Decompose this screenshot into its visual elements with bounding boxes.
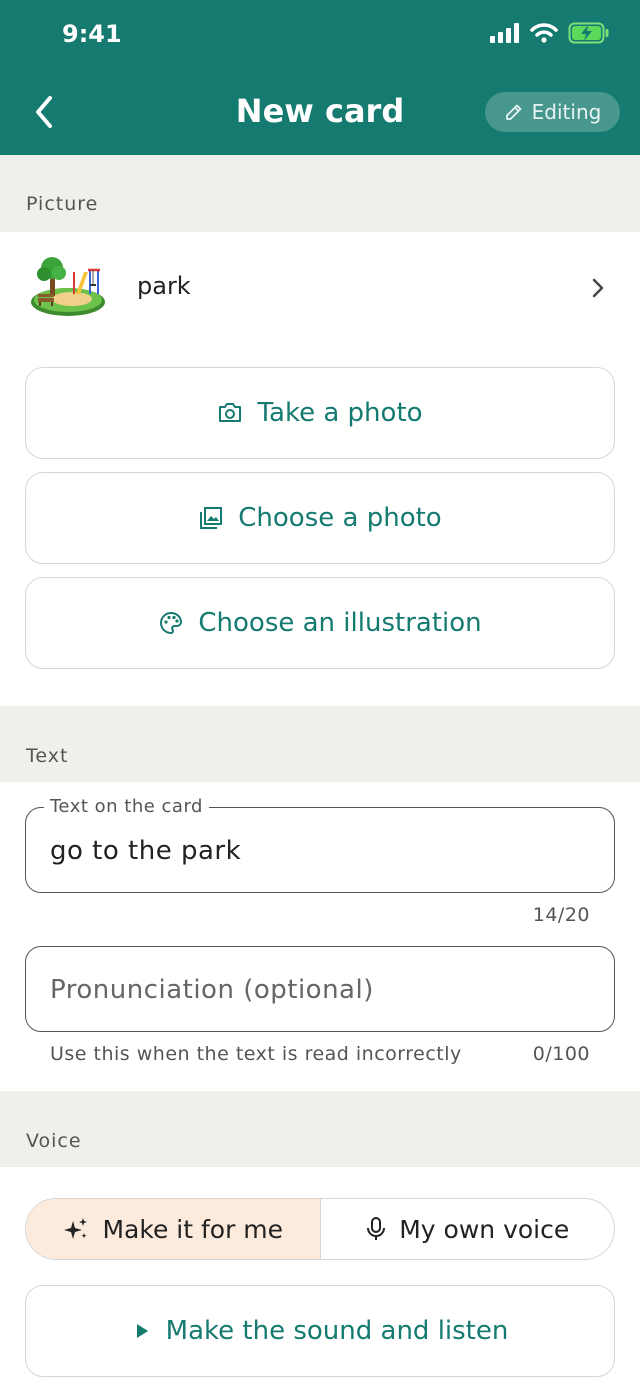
cellular-signal-icon bbox=[490, 23, 519, 43]
choose-illustration-label: Choose an illustration bbox=[198, 608, 482, 638]
editing-label: Editing bbox=[531, 100, 602, 124]
play-icon bbox=[136, 1324, 148, 1338]
my-own-voice-label: My own voice bbox=[399, 1214, 570, 1244]
voice-mode-toggle: Make it for me My own voice bbox=[25, 1198, 615, 1260]
make-sound-button[interactable]: Make the sound and listen bbox=[25, 1285, 615, 1377]
my-own-voice-option[interactable]: My own voice bbox=[321, 1199, 615, 1259]
voice-section-header: Voice bbox=[0, 1091, 640, 1167]
choose-photo-button[interactable]: Choose a photo bbox=[25, 472, 615, 564]
card-text-field[interactable]: Text on the card go to the park bbox=[25, 796, 615, 893]
voice-section-label: Voice bbox=[26, 1130, 82, 1152]
park-illustration bbox=[31, 257, 105, 316]
make-sound-label: Make the sound and listen bbox=[165, 1316, 509, 1346]
pronunciation-counter: 0/100 bbox=[532, 1043, 590, 1065]
microphone-icon bbox=[367, 1217, 386, 1240]
choose-illustration-button[interactable]: Choose an illustration bbox=[25, 577, 615, 669]
pronunciation-placeholder: Pronunciation (optional) bbox=[50, 975, 374, 1005]
card-text-label: Text on the card bbox=[44, 796, 209, 817]
card-text-counter: 14/20 bbox=[532, 904, 590, 926]
editing-button[interactable]: Editing bbox=[485, 92, 620, 132]
pencil-icon bbox=[505, 104, 522, 120]
sparkles-icon bbox=[64, 1218, 88, 1239]
take-photo-label: Take a photo bbox=[257, 398, 423, 428]
selected-picture-row[interactable]: park bbox=[0, 232, 640, 342]
text-section-label: Text bbox=[26, 745, 69, 767]
picture-section-label: Picture bbox=[26, 193, 99, 215]
make-it-for-me-option[interactable]: Make it for me bbox=[26, 1199, 321, 1259]
pronunciation-field[interactable]: Pronunciation (optional) bbox=[25, 946, 615, 1032]
camera-icon bbox=[219, 403, 242, 422]
status-time: 9:41 bbox=[62, 20, 122, 48]
chevron-right-icon bbox=[592, 278, 604, 298]
battery-charging-icon bbox=[568, 22, 609, 44]
app-header: 9:41 New card Editing bbox=[0, 0, 640, 155]
make-it-for-me-label: Make it for me bbox=[102, 1214, 284, 1244]
take-photo-button[interactable]: Take a photo bbox=[25, 367, 615, 459]
pronunciation-helper: Use this when the text is read incorrect… bbox=[50, 1043, 462, 1065]
choose-photo-label: Choose a photo bbox=[238, 503, 442, 533]
status-icons bbox=[490, 22, 610, 44]
photo-library-icon bbox=[200, 507, 223, 529]
picture-section-header: Picture bbox=[0, 155, 640, 232]
wifi-icon bbox=[530, 23, 558, 43]
text-section-header: Text bbox=[0, 706, 640, 782]
card-text-value: go to the park bbox=[50, 836, 242, 866]
selected-picture-name: park bbox=[137, 272, 191, 300]
palette-icon bbox=[160, 611, 183, 635]
